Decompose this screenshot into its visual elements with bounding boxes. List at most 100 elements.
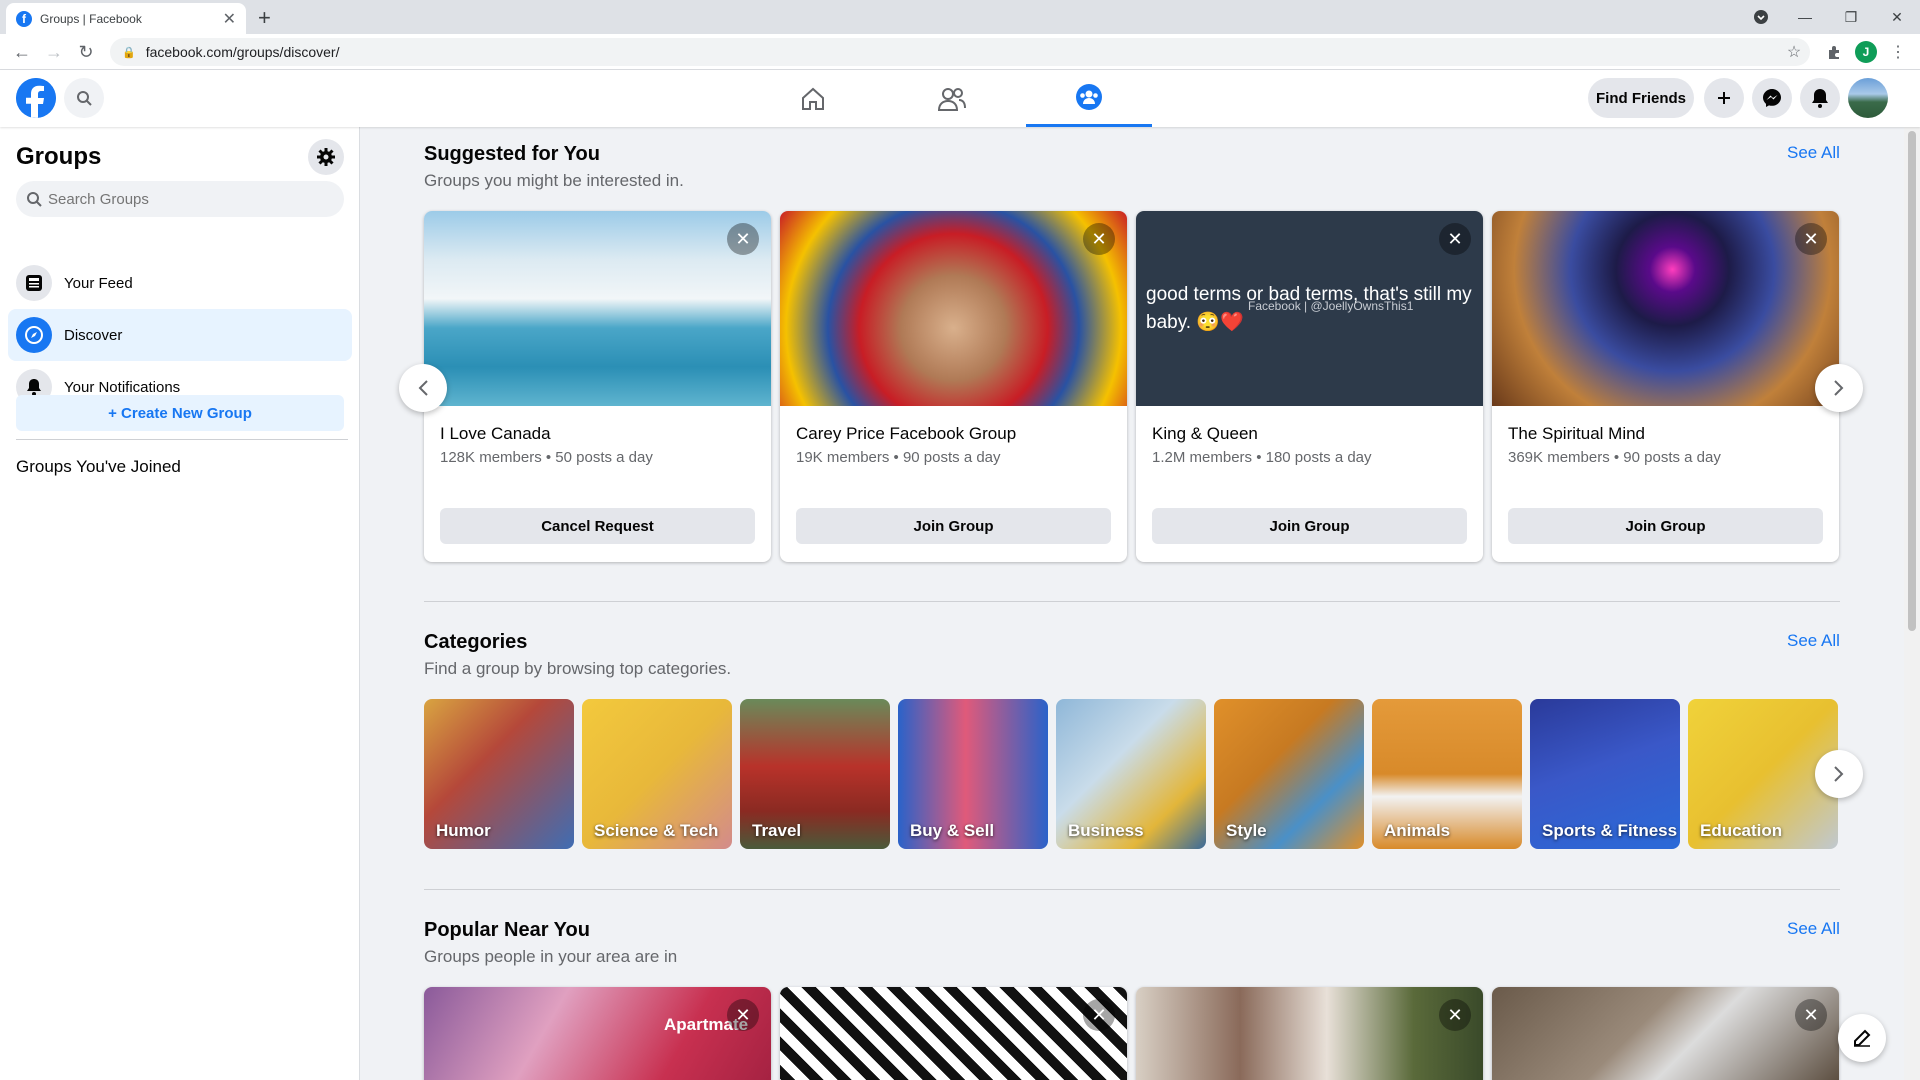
divider xyxy=(424,601,1840,602)
nav-friends-tab[interactable] xyxy=(889,70,1015,127)
sidebar-item-your-feed[interactable]: Your Feed xyxy=(8,257,352,309)
forward-icon[interactable]: → xyxy=(42,40,66,64)
dismiss-close-icon[interactable]: ✕ xyxy=(1083,999,1115,1031)
maximize-icon[interactable]: ❐ xyxy=(1828,4,1874,30)
page-scrollbar[interactable] xyxy=(1904,127,1920,1080)
tab-search-icon[interactable] xyxy=(1738,4,1784,30)
carousel-prev-icon[interactable] xyxy=(399,364,447,412)
sidebar-item-label: Your Notifications xyxy=(64,378,181,396)
dismiss-close-icon[interactable]: ✕ xyxy=(1795,999,1827,1031)
join-group-button[interactable]: Join Group xyxy=(1508,508,1823,544)
carousel-next-icon[interactable] xyxy=(1815,364,1863,412)
search-groups-input[interactable] xyxy=(48,190,328,208)
divider xyxy=(16,439,348,440)
account-avatar[interactable] xyxy=(1848,78,1888,118)
profile-avatar[interactable]: J xyxy=(1854,40,1878,64)
popular-subtitle: Groups people in your area are in xyxy=(424,947,678,966)
category-travel[interactable]: Travel xyxy=(740,699,890,849)
popular-group-card[interactable]: ✕ xyxy=(1492,987,1839,1080)
scrollbar-thumb[interactable] xyxy=(1908,131,1916,631)
group-card[interactable]: good terms or bad terms, that's still my… xyxy=(1136,211,1483,562)
category-humor[interactable]: Humor xyxy=(424,699,574,849)
close-tab-icon[interactable]: ✕ xyxy=(223,9,236,29)
group-name[interactable]: King & Queen xyxy=(1152,424,1258,444)
nav-groups-tab[interactable] xyxy=(1026,70,1152,127)
address-bar[interactable]: 🔒 facebook.com/groups/discover/ xyxy=(110,38,1810,66)
group-card[interactable]: ✕ I Love Canada 128K members • 50 posts … xyxy=(424,211,771,562)
friends-icon xyxy=(938,87,966,111)
settings-gear-icon[interactable] xyxy=(308,139,344,175)
dismiss-close-icon[interactable]: ✕ xyxy=(727,223,759,255)
facebook-header: Find Friends xyxy=(0,70,1920,127)
category-label: Sports & Fitness xyxy=(1542,821,1678,840)
reload-icon[interactable]: ↻ xyxy=(74,40,98,64)
facebook-search-icon[interactable] xyxy=(64,78,104,118)
minimize-icon[interactable]: — xyxy=(1782,4,1828,30)
group-meta: 19K members • 90 posts a day xyxy=(796,449,1001,466)
category-label: Buy & Sell xyxy=(910,821,995,840)
popular-see-all-link[interactable]: See All xyxy=(1787,919,1840,939)
notifications-bell-icon[interactable] xyxy=(1800,78,1840,118)
compass-icon xyxy=(16,317,52,353)
category-label: Travel xyxy=(752,821,802,840)
dismiss-close-icon[interactable]: ✕ xyxy=(1795,223,1827,255)
join-group-button[interactable]: Join Group xyxy=(1152,508,1467,544)
category-label: Style xyxy=(1226,821,1267,840)
group-cover-image xyxy=(424,211,771,406)
find-friends-button[interactable]: Find Friends xyxy=(1588,78,1694,118)
group-name[interactable]: I Love Canada xyxy=(440,424,551,444)
messenger-icon[interactable] xyxy=(1752,78,1792,118)
create-new-group-button[interactable]: + Create New Group xyxy=(16,395,344,431)
group-card[interactable]: ✕ Carey Price Facebook Group 19K members… xyxy=(780,211,1127,562)
category-sports-fitness[interactable]: Sports & Fitness xyxy=(1530,699,1680,849)
search-icon xyxy=(27,192,42,207)
lock-icon[interactable]: 🔒 xyxy=(122,46,136,59)
sidebar-item-discover[interactable]: Discover xyxy=(8,309,352,361)
category-animals[interactable]: Animals xyxy=(1372,699,1522,849)
category-style[interactable]: Style xyxy=(1214,699,1364,849)
category-science-tech[interactable]: Science & Tech xyxy=(582,699,732,849)
categories-next-icon[interactable] xyxy=(1815,750,1863,798)
cancel-request-button[interactable]: Cancel Request xyxy=(440,508,755,544)
dismiss-close-icon[interactable]: ✕ xyxy=(1439,999,1471,1031)
search-groups-field[interactable] xyxy=(16,181,344,217)
discover-main: Suggested for You Groups you might be in… xyxy=(361,127,1901,1080)
category-label: Science & Tech xyxy=(594,821,719,840)
create-plus-icon[interactable] xyxy=(1704,78,1744,118)
close-window-icon[interactable]: ✕ xyxy=(1874,4,1920,30)
browser-menu-icon[interactable]: ⋮ xyxy=(1886,40,1910,64)
browser-toolbar: ← → ↻ 🔒 facebook.com/groups/discover/ ☆ … xyxy=(0,34,1920,70)
cover-credit-text: Facebook | @JoellyOwnsThis1 xyxy=(1248,299,1414,313)
categories-see-all-link[interactable]: See All xyxy=(1787,631,1840,651)
category-label: Education xyxy=(1700,821,1783,840)
extensions-icon[interactable] xyxy=(1822,40,1846,64)
group-name[interactable]: The Spiritual Mind xyxy=(1508,424,1645,444)
group-card[interactable]: ✕ The Spiritual Mind 369K members • 90 p… xyxy=(1492,211,1839,562)
category-label: Animals xyxy=(1384,821,1451,840)
popular-group-card[interactable]: ✕ xyxy=(1136,987,1483,1080)
popular-group-card[interactable]: ✕ xyxy=(780,987,1127,1080)
join-group-button[interactable]: Join Group xyxy=(796,508,1111,544)
suggested-see-all-link[interactable]: See All xyxy=(1787,143,1840,163)
facebook-logo-icon[interactable] xyxy=(16,78,56,118)
dismiss-close-icon[interactable]: ✕ xyxy=(1083,223,1115,255)
sidebar-item-label: Discover xyxy=(64,326,123,344)
popular-group-card[interactable]: Apartmate ✕ xyxy=(424,987,771,1080)
divider xyxy=(424,889,1840,890)
new-post-compose-icon[interactable] xyxy=(1838,1014,1886,1062)
back-icon[interactable]: ← xyxy=(10,40,34,64)
nav-home-tab[interactable] xyxy=(750,70,876,127)
dismiss-close-icon[interactable]: ✕ xyxy=(727,999,759,1031)
browser-tab[interactable]: f Groups | Facebook ✕ xyxy=(6,3,246,34)
sidebar-item-label: Your Feed xyxy=(64,274,133,292)
dismiss-close-icon[interactable]: ✕ xyxy=(1439,223,1471,255)
groups-sidebar: Groups Your Feed Discover Your Notificat… xyxy=(0,127,360,1080)
profile-initial: J xyxy=(1855,41,1877,63)
category-business[interactable]: Business xyxy=(1056,699,1206,849)
sidebar-title: Groups xyxy=(16,143,102,170)
category-label: Business xyxy=(1068,821,1144,840)
category-buy-sell[interactable]: Buy & Sell xyxy=(898,699,1048,849)
group-name[interactable]: Carey Price Facebook Group xyxy=(796,424,1016,444)
new-tab-icon[interactable]: + xyxy=(258,5,271,31)
bookmark-star-icon[interactable]: ☆ xyxy=(1782,40,1806,64)
